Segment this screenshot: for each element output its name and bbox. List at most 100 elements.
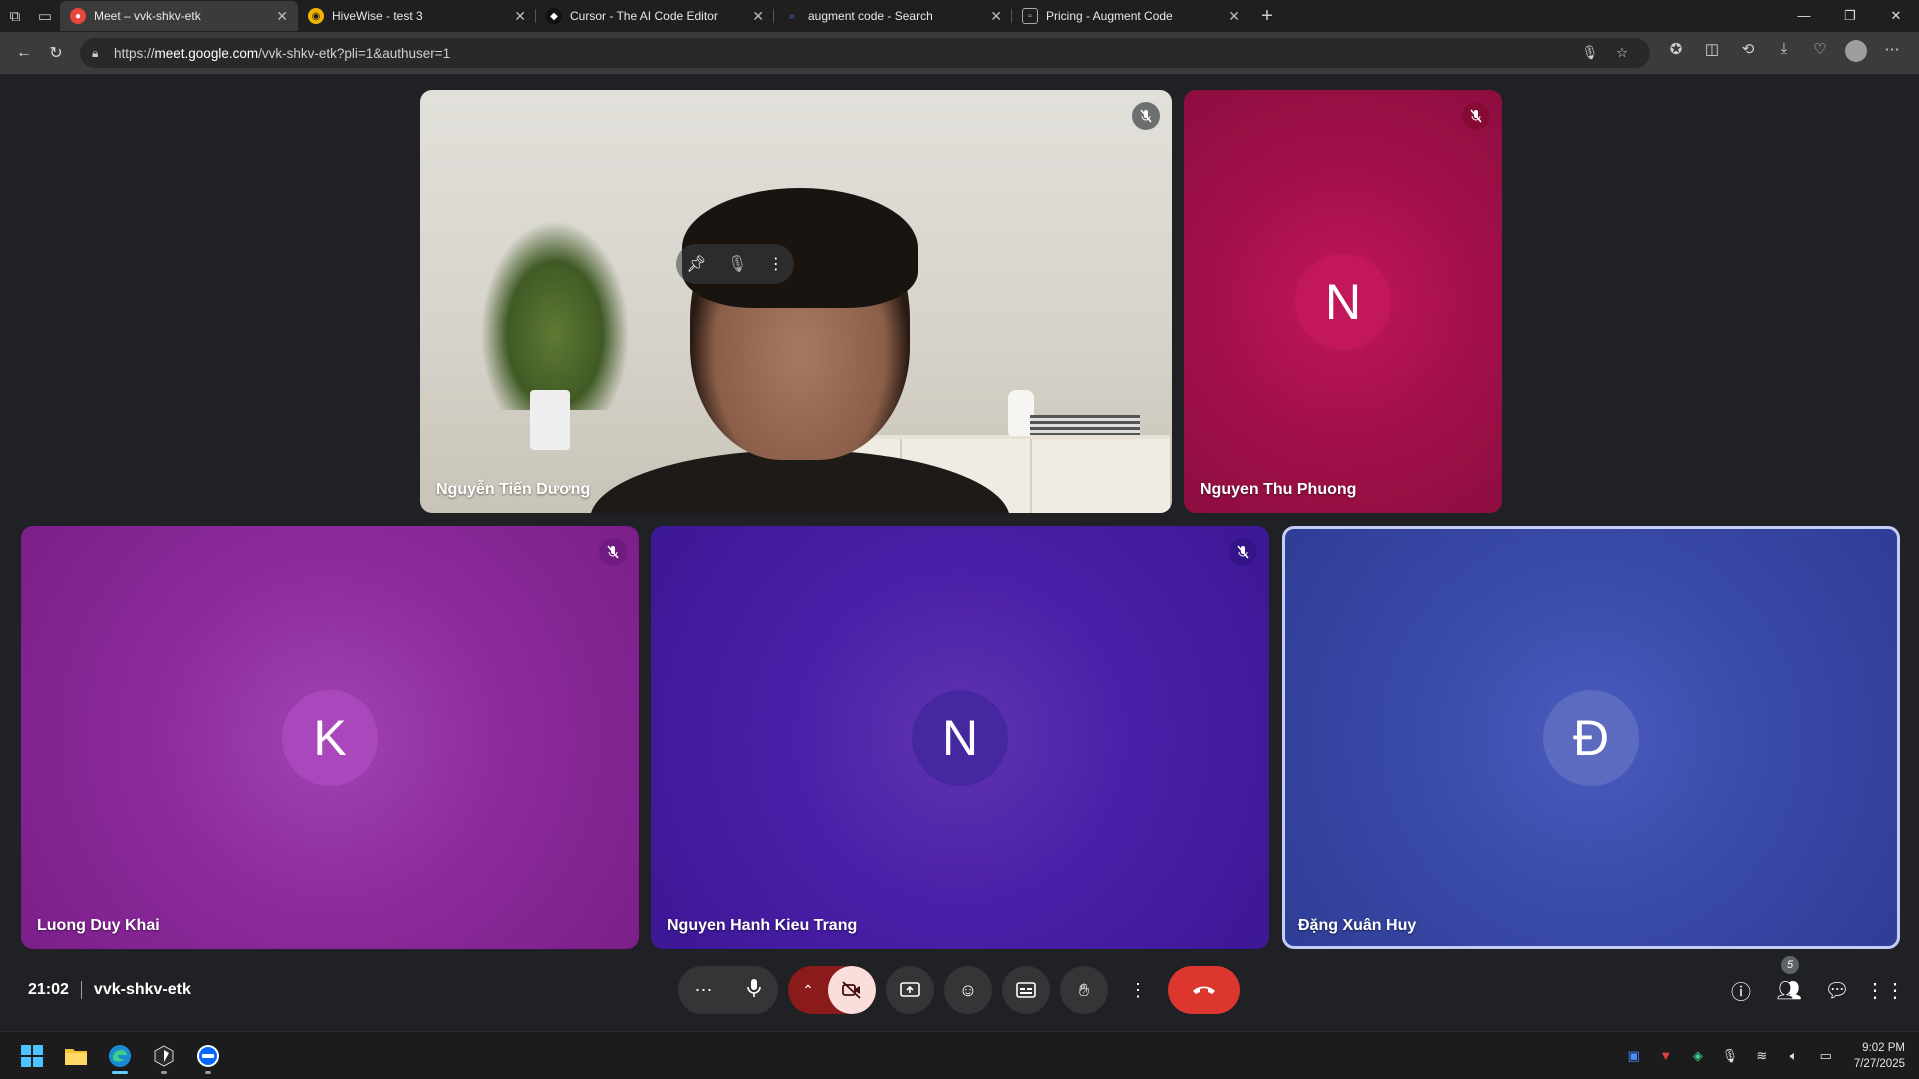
close-tab-icon[interactable]: ✕ [990, 8, 1002, 25]
edge-browser-icon[interactable] [98, 1036, 142, 1076]
people-icon[interactable]: 👥︎ 5 [1765, 956, 1813, 1014]
hivewise-icon: ◉ [308, 8, 324, 24]
close-tab-icon[interactable]: ✕ [276, 8, 288, 25]
cursor-icon: ◆ [546, 8, 562, 24]
mic-off-icon[interactable]: 🎙︎ [727, 254, 747, 274]
tab-cursor[interactable]: ◆ Cursor - The AI Code Editor ✕ [536, 1, 774, 31]
meet-control-bar: 21:02 vvk-shkv-etk ⋯ ⌃ ☺ ✋︎ ⋮ ⓘ 👥︎ 5 💬︎ … [4, 955, 1915, 1025]
participant-avatar: N [1295, 253, 1391, 350]
tab-actions-icon[interactable]: ▭ [30, 1, 60, 31]
camera-off-button[interactable] [828, 966, 876, 1014]
close-window-icon[interactable]: ✕ [1873, 8, 1919, 24]
plant-pot [530, 390, 570, 450]
url-prefix: https:// [114, 45, 155, 61]
profile-avatar[interactable] [1838, 40, 1874, 66]
wifi-icon[interactable]: ≋ [1750, 1048, 1774, 1064]
page-icon: ▫ [1022, 8, 1038, 24]
battery-icon[interactable]: ▭ [1814, 1048, 1838, 1064]
tab-pricing[interactable]: ▫ Pricing - Augment Code ✕ [1012, 1, 1250, 31]
captions-button[interactable] [1002, 966, 1050, 1014]
microphone-icon[interactable]: 🎙︎ [1574, 45, 1606, 61]
file-explorer-icon[interactable] [54, 1036, 98, 1076]
plant-background [480, 220, 630, 410]
microphone-button[interactable] [746, 978, 762, 1003]
participant-avatar: Đ [1543, 689, 1639, 786]
lock-icon[interactable]: 🔒︎ [92, 46, 114, 61]
mic-off-icon [599, 538, 627, 566]
participant-tile[interactable]: N Nguyen Hanh Kieu Trang [651, 526, 1269, 949]
clock[interactable]: 9:02 PM 7/27/2025 [1854, 1040, 1905, 1072]
participant-avatar: N [912, 689, 1008, 786]
meeting-code: vvk-shkv-etk [93, 981, 191, 998]
call-controls: ⋯ ⌃ ☺ ✋︎ ⋮ [678, 966, 1240, 1014]
history-icon[interactable]: ⟲ [1730, 40, 1766, 66]
url-input[interactable]: 🔒︎ https://meet.google.com/vvk-shkv-etk?… [80, 38, 1650, 68]
participant-tile[interactable]: N Nguyen Thu Phuong [1184, 90, 1502, 513]
chat-icon[interactable]: 💬︎ [1813, 966, 1861, 1014]
more-options-icon[interactable]: ⋮ [768, 254, 784, 274]
download-icon[interactable]: ⤓ [1766, 40, 1802, 66]
tab-title: Pricing - Augment Code [1046, 9, 1173, 23]
side-panel-controls: ⓘ 👥︎ 5 💬︎ ⋮⋮ [1717, 956, 1909, 1014]
close-tab-icon[interactable]: ✕ [752, 8, 764, 25]
microphone-tray-icon[interactable]: 🎙︎ [1718, 1048, 1742, 1064]
mic-off-icon [1132, 102, 1160, 130]
participant-tile[interactable]: K Luong Duy Khai [21, 526, 639, 949]
pin-icon[interactable]: 📌︎ [686, 254, 706, 274]
participant-name: Nguyễn Tiến Dương [436, 481, 591, 498]
new-tab-icon[interactable]: + [1250, 5, 1284, 28]
browser-tab-strip: ⧉ ▭ ● Meet – vvk-shkv-etk ✕ ◉ HiveWise -… [0, 0, 1919, 32]
leave-call-button[interactable] [1168, 966, 1240, 1014]
meeting-time: 21:02 [28, 981, 69, 998]
meet-stage: 📌︎ 🎙︎ ⋮ Nguyễn Tiến Dương N Nguyen Thu P… [4, 74, 1915, 1029]
health-icon[interactable]: ♡ [1802, 40, 1838, 66]
participant-tile-video[interactable]: 📌︎ 🎙︎ ⋮ Nguyễn Tiến Dương [420, 90, 1172, 513]
extensions-icon[interactable]: ✪ [1658, 40, 1694, 66]
participant-tile-speaking[interactable]: Đ Đặng Xuân Huy [1282, 526, 1900, 949]
more-options-button[interactable]: ⋮ [1118, 966, 1158, 1014]
people-count-badge: 5 [1781, 956, 1799, 974]
address-bar-row: ← ↻ 🔒︎ https://meet.google.com/vvk-shkv-… [0, 32, 1919, 74]
minimize-icon[interactable]: — [1781, 8, 1827, 24]
close-tab-icon[interactable]: ✕ [514, 8, 526, 25]
zalo-tray-icon[interactable]: ▣ [1622, 1048, 1646, 1064]
volume-icon[interactable]: 🔈︎ [1782, 1048, 1806, 1064]
present-screen-button[interactable] [886, 966, 934, 1014]
split-screen-icon[interactable]: ◫ [1694, 40, 1730, 66]
start-button[interactable] [10, 1036, 54, 1076]
participant-name: Nguyen Hanh Kieu Trang [667, 917, 858, 934]
tab-search[interactable]: ⌕ augment code - Search ✕ [774, 1, 1012, 31]
meet-icon: ● [70, 8, 86, 24]
meeting-info: 21:02 vvk-shkv-etk [28, 981, 191, 999]
tile-hover-controls: 📌︎ 🎙︎ ⋮ [676, 244, 794, 284]
browser-toolbar: ✪ ◫ ⟲ ⤓ ♡ ⋯ [1658, 40, 1910, 66]
zalo-icon[interactable] [186, 1036, 230, 1076]
participant-name: Nguyen Thu Phuong [1200, 481, 1357, 498]
cursor-app-icon[interactable] [142, 1036, 186, 1076]
url-host: meet.google.com [154, 45, 259, 61]
chevron-up-icon[interactable]: ⌃ [788, 982, 828, 999]
restore-icon[interactable]: ❐ [1827, 8, 1873, 24]
windows-taskbar: ▣ ▼ ◈ 🎙︎ ≋ 🔈︎ ▭ 9:02 PM 7/27/2025 [0, 1031, 1919, 1079]
tab-meet[interactable]: ● Meet – vvk-shkv-etk ✕ [60, 1, 298, 31]
close-tab-icon[interactable]: ✕ [1228, 8, 1240, 25]
app-tray-icon[interactable]: ▼ [1654, 1048, 1678, 1063]
refresh-icon[interactable]: ↻ [40, 37, 72, 69]
activities-icon[interactable]: ⋮⋮ [1861, 966, 1909, 1014]
tab-title: augment code - Search [808, 9, 933, 23]
meeting-details-icon[interactable]: ⓘ [1717, 966, 1765, 1014]
workspaces-icon[interactable]: ⧉ [0, 1, 30, 31]
clock-time: 9:02 PM [1862, 1041, 1905, 1054]
url-path: /vvk-shkv-etk?pli=1&authuser=1 [258, 45, 451, 61]
security-tray-icon[interactable]: ◈ [1686, 1048, 1710, 1064]
search-icon: ⌕ [789, 10, 795, 22]
raise-hand-button[interactable]: ✋︎ [1060, 966, 1108, 1014]
emoji-reaction-button[interactable]: ☺ [944, 966, 992, 1014]
back-icon[interactable]: ← [8, 37, 40, 69]
audio-options-icon[interactable]: ⋯ [695, 980, 713, 1001]
tab-hivewise[interactable]: ◉ HiveWise - test 3 ✕ [298, 1, 536, 31]
url-text: https://meet.google.com/vvk-shkv-etk?pli… [114, 46, 1574, 61]
star-icon[interactable]: ☆ [1606, 45, 1638, 61]
system-tray: ▣ ▼ ◈ 🎙︎ ≋ 🔈︎ ▭ 9:02 PM 7/27/2025 [1622, 1040, 1919, 1072]
settings-more-icon[interactable]: ⋯ [1874, 40, 1910, 66]
